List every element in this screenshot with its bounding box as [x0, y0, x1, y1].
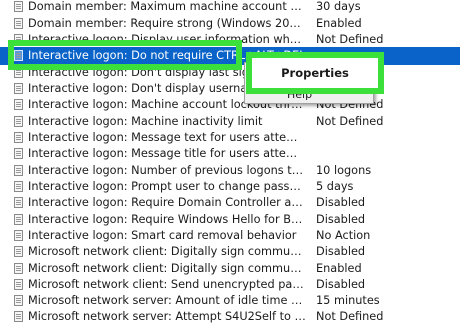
policy-name: Microsoft network server: Attempt S4U2Se…	[28, 310, 306, 323]
policy-icon	[14, 132, 23, 143]
policy-setting: Disabled	[316, 196, 366, 209]
policy-name: Interactive logon: Message title for use…	[28, 147, 306, 160]
policy-name: Domain member: Maximum machine account p…	[28, 0, 306, 13]
policy-icon	[14, 67, 23, 78]
highlight-properties-item: Properties	[246, 52, 384, 94]
policy-row[interactable]: Interactive logon: Message title for use…	[0, 145, 460, 163]
policy-icon	[14, 181, 23, 192]
policy-icon	[14, 99, 23, 110]
policy-row[interactable]: Domain member: Maximum machine account p…	[0, 0, 460, 16]
policy-icon	[14, 116, 23, 127]
policy-icon	[14, 34, 23, 45]
policy-name: Interactive logon: Require Domain Contro…	[28, 196, 306, 209]
policy-icon	[14, 1, 23, 12]
policy-row[interactable]: Interactive logon: Machine account locko…	[0, 96, 460, 114]
policy-icon	[14, 295, 23, 306]
policy-icon	[14, 263, 23, 274]
policy-name: Microsoft network client: Digitally sign…	[28, 245, 306, 258]
policy-row[interactable]: Microsoft network client: Digitally sign…	[0, 243, 460, 261]
policy-setting: Not Defined	[316, 310, 384, 323]
policy-row[interactable]: Microsoft network server: Attempt S4U2Se…	[0, 308, 460, 326]
policy-icon	[14, 214, 23, 225]
policy-setting: 30 days	[316, 0, 361, 13]
policy-setting: Disabled	[316, 245, 366, 258]
policy-icon	[14, 18, 23, 29]
policy-icon	[14, 50, 23, 61]
policy-icon	[14, 230, 23, 241]
policy-icon	[14, 165, 23, 176]
policy-icon	[14, 246, 23, 257]
policy-icon	[14, 279, 23, 290]
context-menu-properties[interactable]: Properties	[252, 58, 378, 88]
policy-icon	[14, 148, 23, 159]
policy-icon	[14, 197, 23, 208]
policy-row-selected[interactable]: Interactive logon: Do not require CTRL+A…	[0, 47, 460, 65]
policy-row[interactable]: Interactive logon: Require Domain Contro…	[0, 194, 460, 212]
policy-icon	[14, 83, 23, 94]
